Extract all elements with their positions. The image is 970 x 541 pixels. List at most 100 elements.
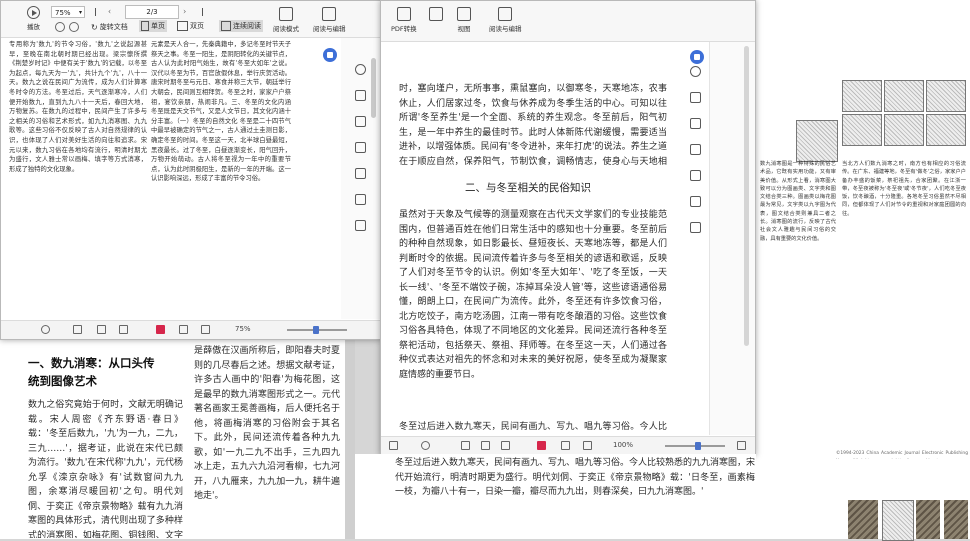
zoom-level[interactable]: 100% <box>613 441 633 449</box>
document-page-right: 当北方人们数九消寒之时，南方也有相应的习俗流传。在广东、福建等地，冬至有'做冬'… <box>756 0 970 541</box>
single-page-icon <box>141 21 149 31</box>
zoom-slider-handle[interactable] <box>695 442 701 450</box>
first-page-icon[interactable] <box>73 325 82 334</box>
zoom-icon[interactable] <box>355 64 366 75</box>
section-heading: 二、与冬至相关的民俗知识 <box>465 182 591 194</box>
translate-icon[interactable] <box>690 144 701 155</box>
zoom-select[interactable]: 75% ▾ <box>51 6 85 18</box>
document-page-bottom-left: 一、数九消寒：从口头传统到图像艺术 数九之俗究竟始于何时，文献无明确记载。宋人周… <box>0 340 345 539</box>
page-text-paragraph: 时，塞向墐户，无所事事，熏鼠塞向，以御寒冬，天寒地冻，农事休止，人们居家过冬，饮… <box>399 84 667 167</box>
document-page: 时，塞向墐户，无所事事，熏鼠塞向，以御寒冬，天寒地冻，农事休止，人们居家过冬，饮… <box>381 42 709 435</box>
clone-button[interactable] <box>429 7 443 23</box>
read-edit-label: 阅读与编辑 <box>489 25 522 33</box>
play-icon[interactable] <box>156 325 165 334</box>
zoom-icon[interactable] <box>690 66 701 77</box>
figure-thumbnail <box>926 80 966 112</box>
zoom-slider[interactable] <box>287 326 347 334</box>
chevron-down-icon: ▾ <box>78 9 82 16</box>
first-page-icon[interactable] <box>95 8 104 16</box>
page-text-column: 当北方人们数九消寒之时，南方也有相应的习俗流传。在广东、福建等地，冬至有'做冬'… <box>842 161 966 217</box>
annotate-icon[interactable] <box>355 90 366 101</box>
eye-icon[interactable] <box>421 441 430 450</box>
page-text-paragraph: 冬至过后进入数九寒天，民间有画九、写九、唱九等习俗。今人比较熟悉的九九消寒图，宋… <box>399 422 667 432</box>
pdf-convert-label: PDF转换 <box>391 25 417 33</box>
first-page-icon[interactable] <box>461 441 470 450</box>
side-toolbar <box>690 42 755 435</box>
read-edit-icon <box>322 7 337 21</box>
read-edit-icon <box>498 7 513 21</box>
play-icon[interactable] <box>537 441 546 450</box>
continuous-read-button[interactable]: 连续阅读 <box>219 20 263 32</box>
play-button[interactable]: 播放 <box>27 6 40 31</box>
page-text-column: 元素是天人合一，先秦典籍中，多记冬至时节天子祭天之事。冬至一阳生，是阴阳转化的关… <box>151 41 291 183</box>
zoom-level[interactable]: 75% <box>235 325 251 333</box>
sidebar-toggle-icon[interactable] <box>389 441 398 450</box>
status-bar: 100% <box>381 436 755 455</box>
bookmark-icon[interactable] <box>690 170 701 181</box>
fit-icon[interactable] <box>561 441 570 450</box>
figure-thumbnail <box>842 80 882 112</box>
toolbar: 播放 75% ▾ ‹ 2/3 › ↻ 旋转文档 单页 双页 连续阅读 阅读模式 … <box>1 1 381 38</box>
bookmark-icon[interactable] <box>355 168 366 179</box>
last-page-icon[interactable] <box>194 8 203 16</box>
zoom-out-icon[interactable] <box>55 22 65 32</box>
print-icon[interactable] <box>355 194 366 205</box>
read-edit-button[interactable]: 阅读与编辑 <box>313 7 346 33</box>
eye-icon[interactable] <box>41 325 50 334</box>
figure-thumbnail <box>884 114 924 146</box>
read-mode-icon <box>279 7 293 21</box>
prev-page-icon[interactable]: ‹ <box>108 7 111 16</box>
sliders-icon[interactable] <box>355 116 366 127</box>
more-icon[interactable] <box>690 222 701 233</box>
annotate-icon[interactable] <box>690 92 701 103</box>
double-view-icon[interactable] <box>119 325 128 334</box>
zoom-level-text: 100% <box>613 441 634 449</box>
zoom-slider[interactable] <box>665 442 725 450</box>
copyright-footer: ©1994-2023 China Academic Journal Electr… <box>836 451 968 456</box>
fullscreen-icon[interactable] <box>583 441 592 450</box>
pdf-convert-button[interactable]: PDF转换 <box>391 7 417 33</box>
read-mode-label: 阅读模式 <box>273 25 299 33</box>
read-edit-button[interactable]: 阅读与编辑 <box>489 7 522 33</box>
more-icon[interactable] <box>355 220 366 231</box>
pdf-reader-window-left[interactable]: 播放 75% ▾ ‹ 2/3 › ↻ 旋转文档 单页 双页 连续阅读 阅读模式 … <box>0 0 382 340</box>
expand-icon[interactable] <box>737 441 746 450</box>
page-number-input[interactable]: 2/3 <box>125 5 179 19</box>
print-icon[interactable] <box>690 196 701 207</box>
double-page-button[interactable]: 双页 <box>177 21 204 31</box>
pdf-convert-icon <box>396 7 411 21</box>
scrollbar[interactable] <box>744 46 749 346</box>
page-total: /3 <box>150 8 158 16</box>
single-label: 单页 <box>151 22 165 30</box>
next-page-icon[interactable]: › <box>183 7 186 16</box>
scrollbar[interactable] <box>371 58 376 118</box>
play-icon <box>27 6 40 19</box>
figure-photo <box>944 500 968 539</box>
fit-icon[interactable] <box>179 325 188 334</box>
read-edit-label: 阅读与编辑 <box>313 25 346 33</box>
continuous-label: 连续阅读 <box>233 22 261 30</box>
fullscreen-icon[interactable] <box>201 325 210 334</box>
view-button[interactable]: 视图 <box>457 7 471 33</box>
single-view-icon[interactable] <box>481 441 490 450</box>
status-bar: 75% <box>1 320 381 339</box>
section-heading: 一、数九消寒：从口头传统到图像艺术 <box>28 356 155 388</box>
toolbar: PDF转换 视图 阅读与编辑 <box>381 1 755 42</box>
assistant-button[interactable] <box>690 50 704 64</box>
read-mode-button[interactable]: 阅读模式 <box>273 7 299 33</box>
translate-icon[interactable] <box>355 142 366 153</box>
sliders-icon[interactable] <box>690 118 701 129</box>
rotate-document-button[interactable]: ↻ 旋转文档 <box>91 22 128 32</box>
pdf-reader-window-right[interactable]: PDF转换 视图 阅读与编辑 时，塞向墐户，无所事事，熏鼠塞向，以御寒冬，天寒地… <box>380 0 756 456</box>
zoom-level-text: 75% <box>235 325 251 333</box>
page-text-paragraph: 虽然对于天象及气候等的测量观察在古代天文学家们的专业技能范围内，但普通百姓在他们… <box>399 210 667 380</box>
zoom-value: 75% <box>55 9 71 17</box>
grid-icon <box>457 7 471 21</box>
assistant-button[interactable] <box>323 48 337 62</box>
zoom-in-icon[interactable] <box>69 22 79 32</box>
page-text-column: 数九消寒图是一种特殊的民俗艺术品，它既有实用功能，又有审美价值。从形式上看，消寒… <box>760 161 836 242</box>
single-page-button[interactable]: 单页 <box>139 20 167 32</box>
single-view-icon[interactable] <box>97 325 106 334</box>
zoom-slider-handle[interactable] <box>313 326 319 334</box>
double-view-icon[interactable] <box>501 441 510 450</box>
